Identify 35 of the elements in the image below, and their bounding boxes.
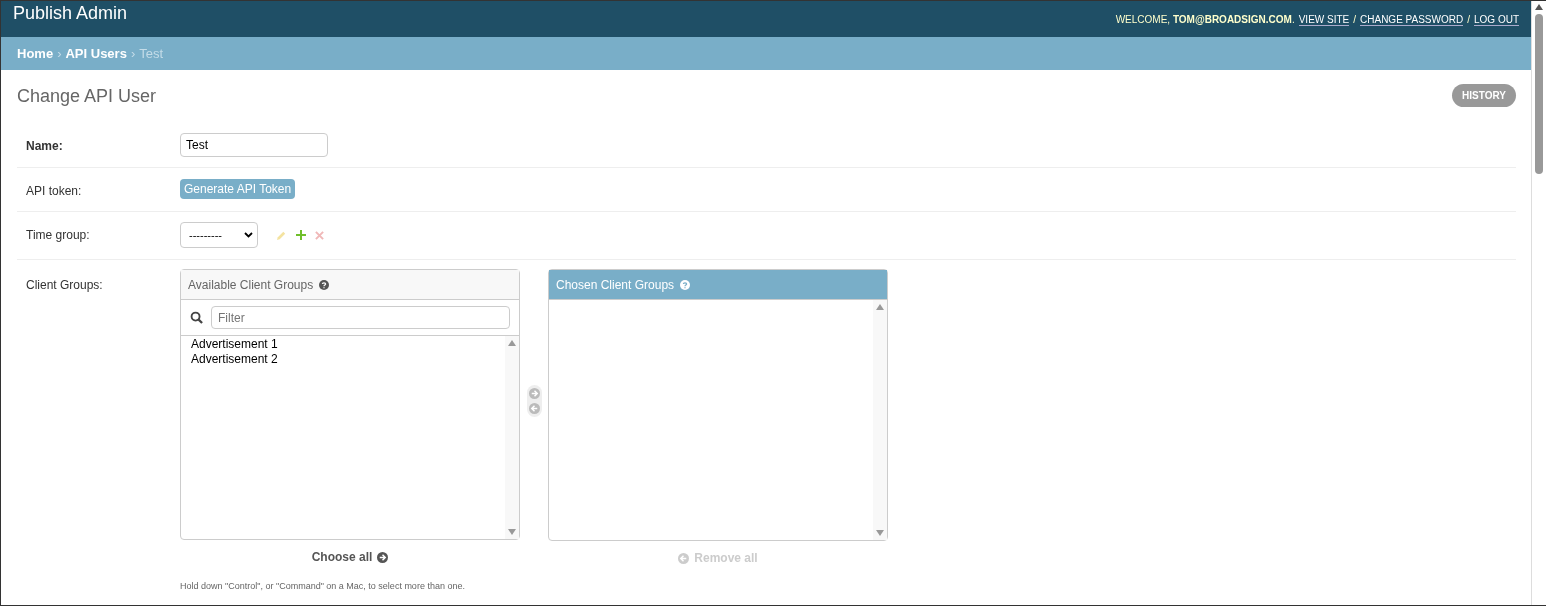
separator: / [1467, 14, 1470, 25]
field-label: Time group: [25, 227, 91, 244]
scroll-up-icon[interactable] [1535, 4, 1543, 10]
chevron-down-icon [244, 232, 253, 238]
header-link[interactable]: CHANGE PASSWORD [1360, 14, 1464, 26]
list-option[interactable]: Advertisement 2 [191, 352, 278, 367]
site-title: Publish Admin [13, 2, 128, 25]
header-link[interactable]: VIEW SITE [1298, 14, 1350, 26]
help-icon [680, 279, 691, 290]
breadcrumb-separator: › [57, 46, 62, 61]
separator: / [1353, 14, 1357, 25]
page-title: Change API User [17, 86, 157, 107]
arrow-right-icon [377, 551, 389, 563]
welcome-text: WELCOME, TOM@BROADSIGN.COM. [1115, 14, 1295, 25]
scroll-down-icon[interactable] [876, 530, 884, 536]
help-text: Hold down "Control", or "Command" on a Mac, to select more than one. [180, 581, 466, 591]
search-icon [190, 311, 203, 324]
field-label: Name: [25, 138, 64, 155]
name-input[interactable]: Test [180, 133, 328, 157]
scroll-down-icon[interactable] [508, 529, 516, 535]
field-label: API token: [25, 183, 83, 199]
breadcrumb-separator: › [130, 46, 136, 61]
help-icon [319, 279, 330, 290]
plus-icon[interactable] [296, 230, 306, 240]
panel-title: Available Client Groups [188, 277, 314, 292]
arrow-left-icon [678, 552, 690, 564]
time-group-select[interactable]: --------- [180, 222, 258, 248]
breadcrumb-current-page: Test [139, 46, 164, 61]
panel-title: Chosen Client Groups [556, 277, 675, 292]
scrollbar-thumb[interactable] [1535, 14, 1543, 174]
field-label: Client Groups: [25, 277, 104, 294]
list-option[interactable]: Advertisement 1 [191, 337, 278, 352]
choose-all-link[interactable]: Choose all [311, 550, 389, 564]
filter-input[interactable]: Filter [211, 306, 510, 329]
header-link[interactable]: LOG OUT [1474, 14, 1519, 26]
